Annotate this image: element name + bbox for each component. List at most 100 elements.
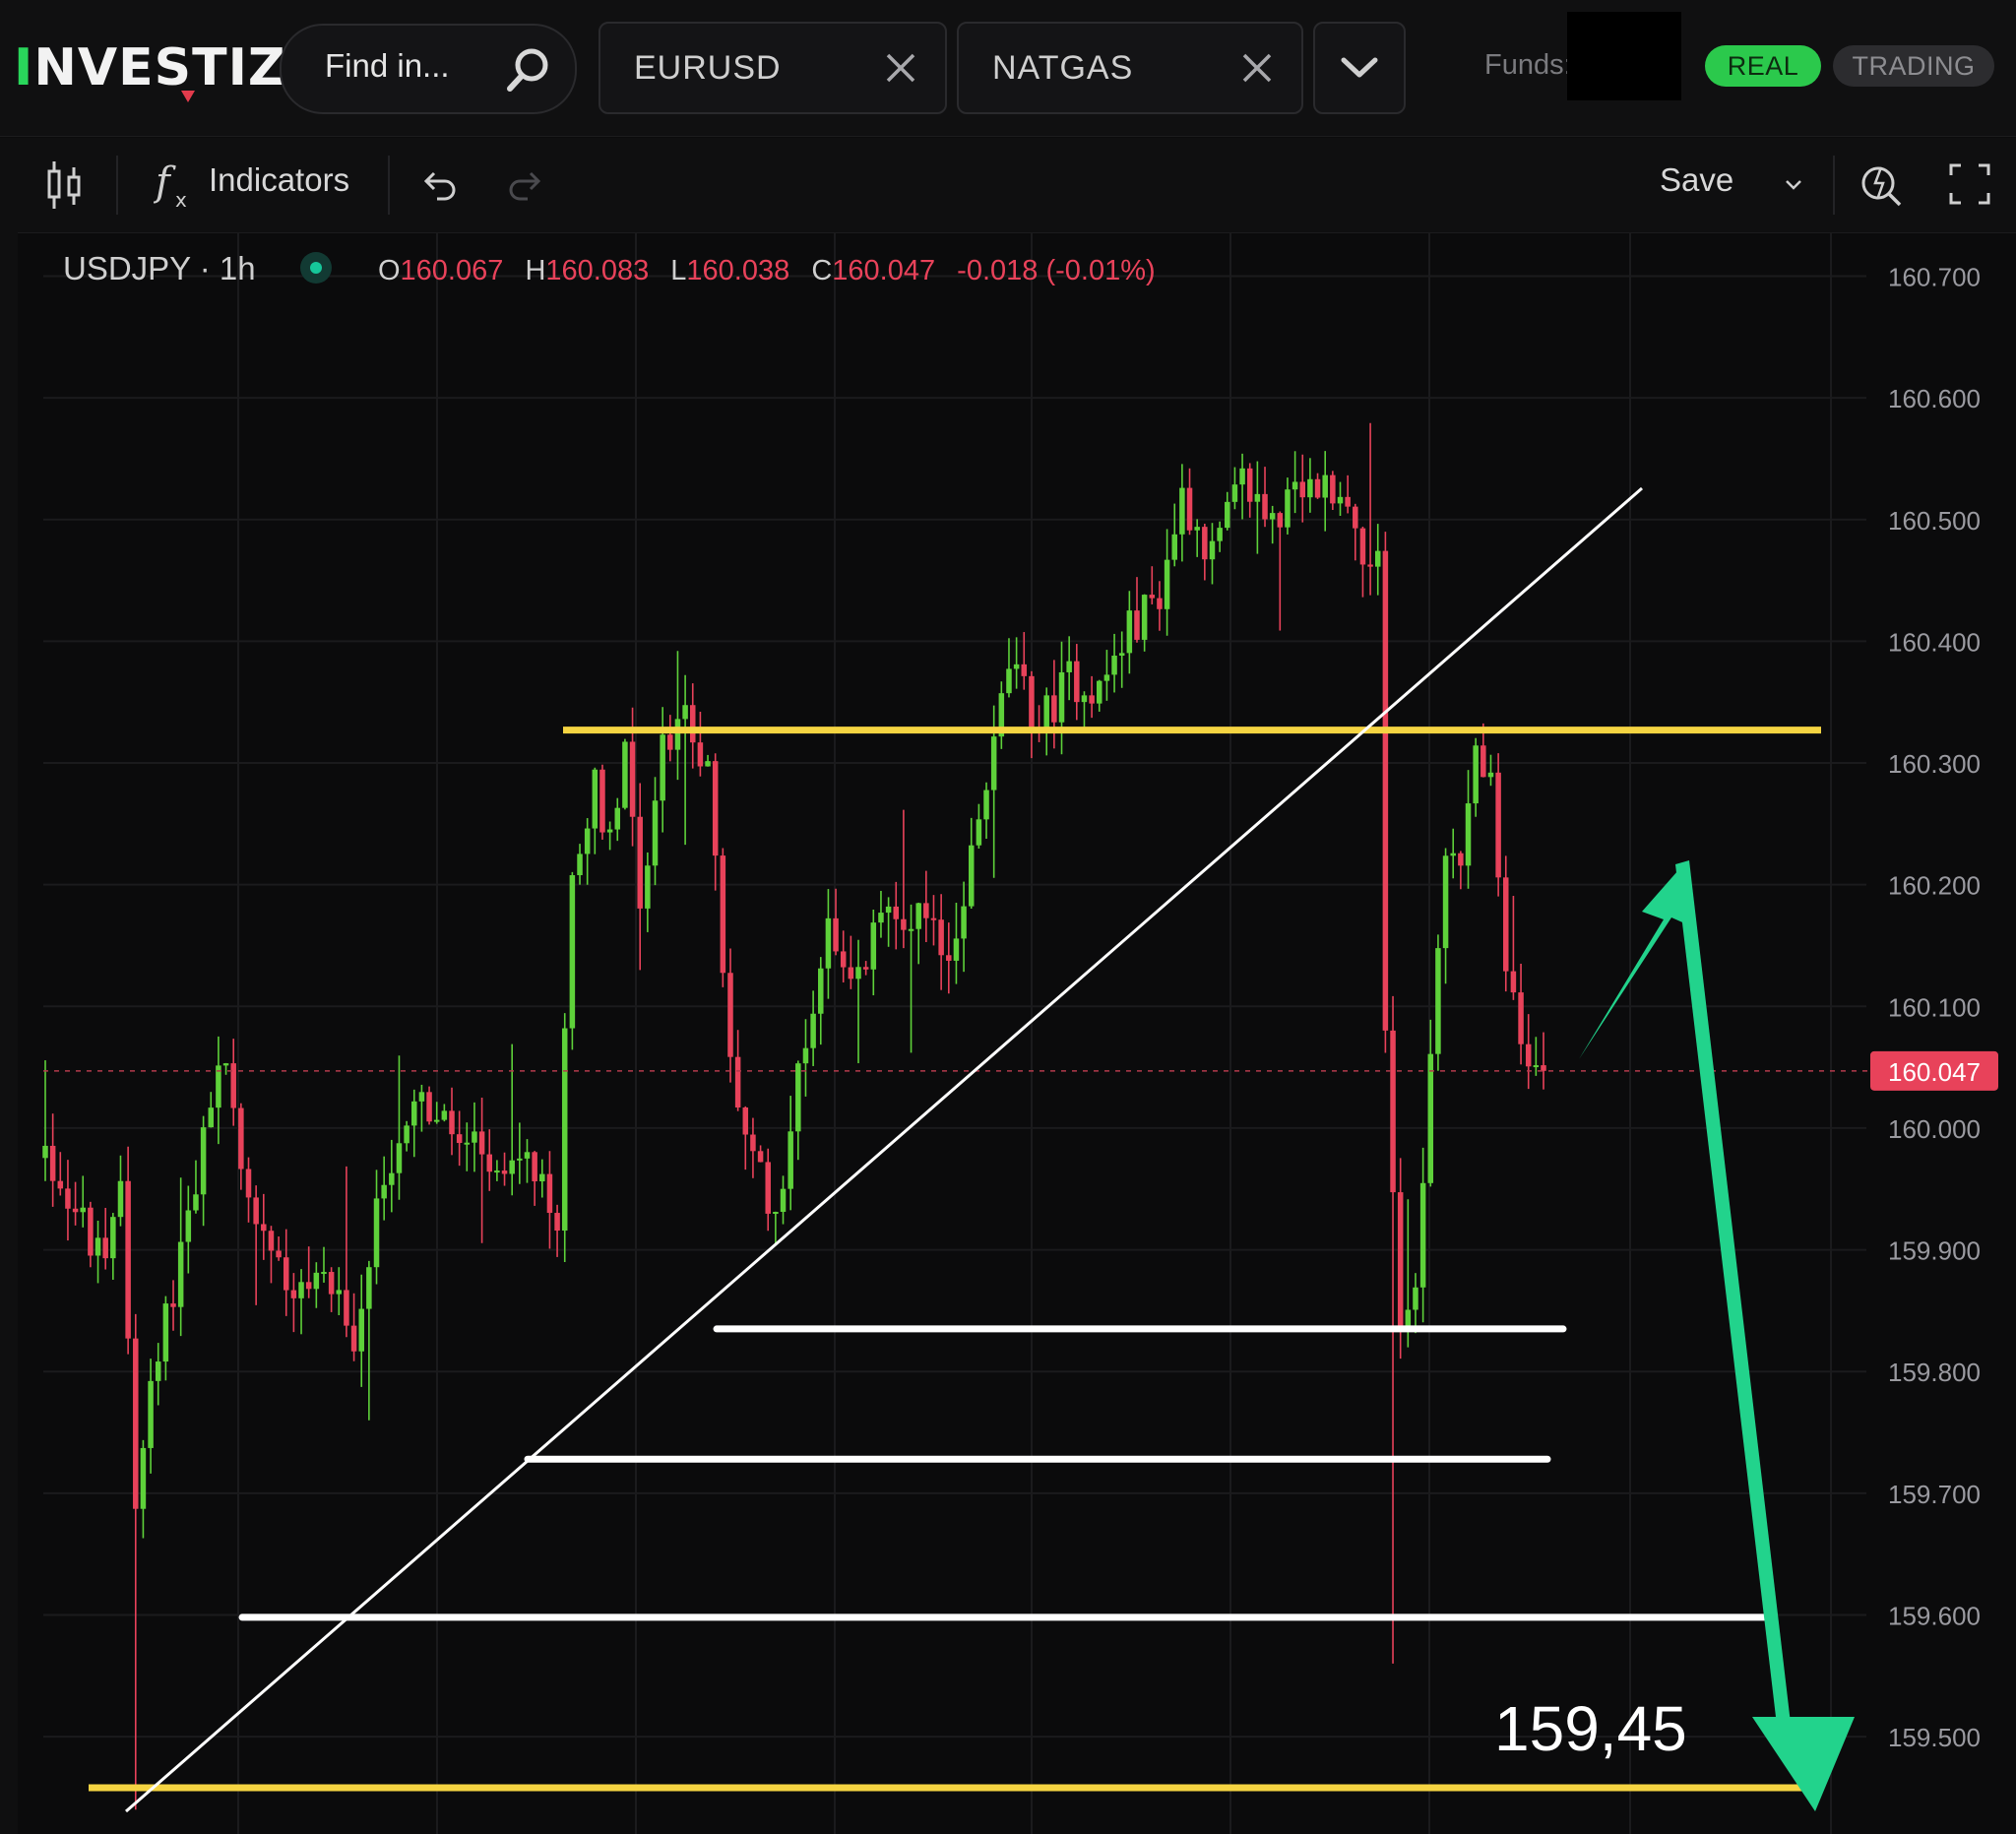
candle-body <box>110 1217 116 1259</box>
candle-body <box>389 1172 395 1185</box>
tabs-dropdown-button[interactable] <box>1313 22 1406 114</box>
tab-eurusd[interactable]: EURUSD <box>598 22 947 114</box>
price-tick-label: 159.800 <box>1888 1358 1981 1387</box>
price-tick-label: 160.300 <box>1888 749 1981 779</box>
function-icon[interactable]: f x <box>154 156 199 215</box>
candle-body <box>848 967 854 980</box>
redo-icon[interactable] <box>506 165 545 205</box>
high-key: H <box>525 255 546 286</box>
candle-body <box>720 855 726 974</box>
open-value: 160.067 <box>400 255 504 286</box>
candle-body <box>290 1290 297 1298</box>
candle-body <box>472 1131 477 1143</box>
search-icon[interactable] <box>504 45 553 95</box>
mode-trading-toggle[interactable]: TRADING <box>1833 45 1994 87</box>
quick-search-icon[interactable] <box>1855 158 1910 213</box>
candle-body <box>946 955 952 961</box>
candle-body <box>42 1145 48 1159</box>
open-key: O <box>377 255 401 286</box>
candle-body <box>833 917 839 952</box>
candle-body <box>712 761 719 856</box>
candle-body <box>396 1143 403 1173</box>
candle-body <box>893 906 900 919</box>
candle-body <box>930 917 937 920</box>
candle-body <box>1134 610 1140 640</box>
undo-icon[interactable] <box>419 165 459 205</box>
candle-body <box>102 1237 108 1259</box>
candle-body <box>1111 655 1117 675</box>
candle-body <box>983 790 989 820</box>
candle-body <box>1089 695 1095 704</box>
candle-body <box>1006 668 1012 694</box>
search-box[interactable]: Find in... <box>280 24 577 114</box>
candle-body <box>1337 496 1344 504</box>
top-bar: INVESTIZO Find in... EURUSD NATGAS Funds… <box>0 0 2016 137</box>
candle-body <box>1450 853 1456 856</box>
candle-body <box>155 1361 161 1381</box>
candle-body <box>968 845 975 907</box>
candle-body <box>1081 695 1088 703</box>
toolbar-divider <box>388 156 390 215</box>
candle-body <box>750 1134 756 1152</box>
candle-body <box>509 1160 515 1174</box>
save-button[interactable]: Save <box>1660 161 1733 199</box>
candle-body <box>539 1173 545 1182</box>
candle-body <box>486 1154 492 1172</box>
candle-body <box>117 1180 124 1218</box>
candle-body <box>185 1210 192 1242</box>
candle-body <box>162 1303 169 1362</box>
close-icon[interactable] <box>1238 49 1276 87</box>
candle-body <box>1186 487 1193 531</box>
candle-body <box>1495 772 1501 878</box>
trend-line <box>125 486 1643 1813</box>
tab-natgas[interactable]: NATGAS <box>957 22 1303 114</box>
candle-body <box>953 938 960 961</box>
indicators-button[interactable]: Indicators <box>209 161 349 199</box>
search-input[interactable]: Find in... <box>325 47 450 85</box>
candle-body <box>765 1162 771 1214</box>
symbol-label[interactable]: USDJPY · 1h <box>63 250 256 286</box>
candle-body <box>1473 745 1479 804</box>
low-key: L <box>670 255 687 286</box>
candle-body <box>645 865 651 909</box>
candle-body <box>546 1173 553 1214</box>
candle-body <box>795 1063 801 1132</box>
candle-body <box>261 1224 267 1232</box>
candle-body <box>1458 853 1464 866</box>
candle-body <box>1262 493 1268 520</box>
candle-body <box>1442 855 1449 949</box>
candle-body <box>1299 481 1306 498</box>
candle-body <box>1194 527 1200 531</box>
candle-body <box>418 1092 425 1102</box>
candle-body <box>689 705 696 743</box>
mode-real-toggle[interactable]: REAL <box>1705 45 1821 87</box>
chevron-down-icon[interactable] <box>1780 175 1807 195</box>
candle-body <box>961 906 967 939</box>
price-tick-label: 160.000 <box>1888 1114 1981 1144</box>
candle-body <box>757 1151 764 1163</box>
candle-body <box>358 1308 364 1352</box>
fullscreen-icon[interactable] <box>1945 159 1994 209</box>
candle-body <box>674 719 681 750</box>
candle-body <box>1209 540 1216 560</box>
candle-type-icon[interactable] <box>45 158 85 213</box>
candle-body <box>170 1303 176 1307</box>
candle-body <box>222 1063 229 1066</box>
candle-body <box>336 1290 343 1295</box>
close-icon[interactable] <box>882 49 919 87</box>
candle-body <box>177 1241 184 1307</box>
candle-body <box>1518 992 1524 1044</box>
candle-body <box>1390 1030 1396 1193</box>
candle-body <box>433 1119 440 1122</box>
candle-body <box>1353 506 1358 529</box>
candle-body <box>208 1107 215 1128</box>
candle-body <box>1503 877 1509 972</box>
price-chart[interactable]: 159,45 160.700 160.600 160.500 160.400 160.3… <box>0 232 2016 1834</box>
candle-body <box>802 1047 809 1064</box>
candle-body <box>1179 487 1185 535</box>
candle-body <box>1541 1065 1546 1071</box>
candle-body <box>49 1145 56 1181</box>
market-status-icon <box>299 252 332 285</box>
candle-body <box>915 903 921 929</box>
candle-body <box>885 906 892 914</box>
